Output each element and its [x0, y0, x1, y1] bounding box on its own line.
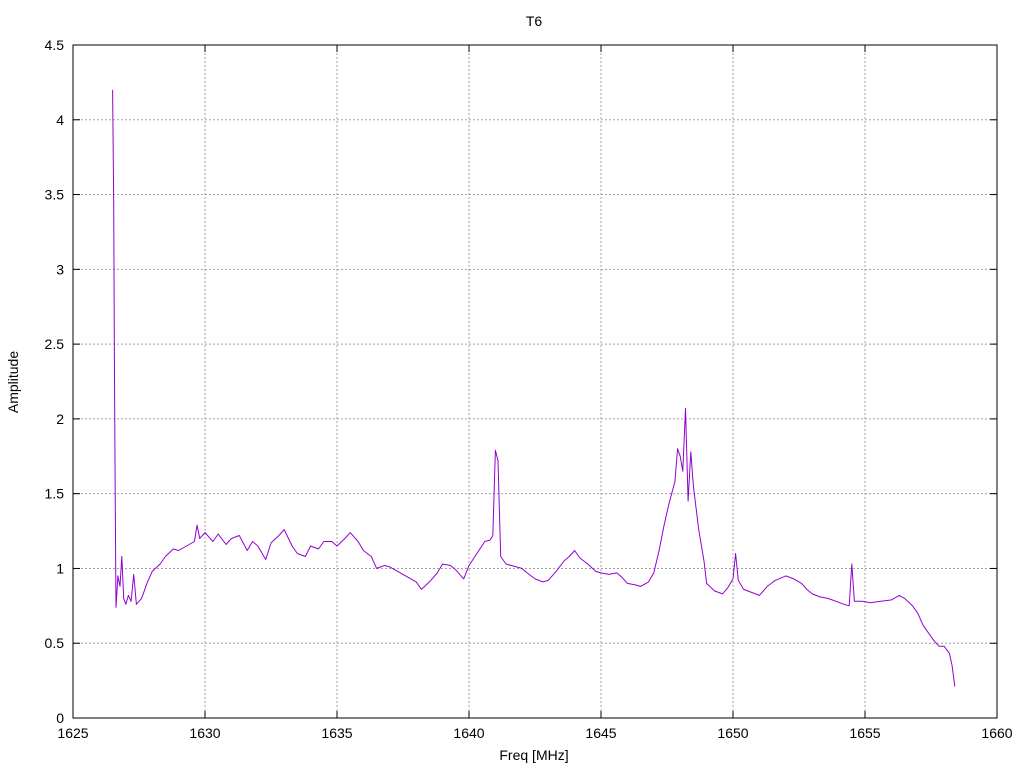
x-tick-label: 1660	[981, 725, 1012, 741]
y-tick-label: 0.5	[45, 635, 65, 651]
chart-canvas: T6 1625 1630 1635 1640 1645 1650 1655 166000.51…	[5, 13, 1013, 763]
y-tick-label: 1	[56, 560, 64, 576]
y-tick-label: 4.5	[45, 37, 65, 53]
x-tick-label: 1655	[849, 725, 880, 741]
chart-title: T6	[526, 13, 543, 29]
y-tick-label: 3	[56, 261, 64, 277]
series-line-0	[112, 89, 956, 687]
x-tick-label: 1650	[717, 725, 748, 741]
x-tick-label: 1625	[57, 725, 88, 741]
y-tick-label: 3.5	[45, 187, 65, 203]
grid-lines	[73, 45, 997, 718]
y-tick-label: 2.5	[45, 336, 65, 352]
x-tick-label: 1640	[453, 725, 484, 741]
tick-labels: 1625 1630 1635 1640 1645 1650 1655 1660 0 0.5 1 1.5…	[45, 37, 1013, 741]
plot-frame	[72, 44, 998, 719]
y-tick-label: 2	[56, 411, 64, 427]
y-tick-label: 4	[56, 112, 64, 128]
x-tick-label: 1630	[189, 725, 220, 741]
x-axis-label: Freq [MHz]	[499, 747, 568, 763]
x-tick-label: 1645	[585, 725, 616, 741]
axis-ticks	[72, 44, 998, 719]
y-axis-label: Amplitude	[5, 351, 21, 413]
y-tick-label: 0	[56, 710, 64, 726]
y-tick-label: 1.5	[45, 486, 65, 502]
x-tick-label: 1635	[321, 725, 352, 741]
series-layer	[112, 89, 956, 687]
